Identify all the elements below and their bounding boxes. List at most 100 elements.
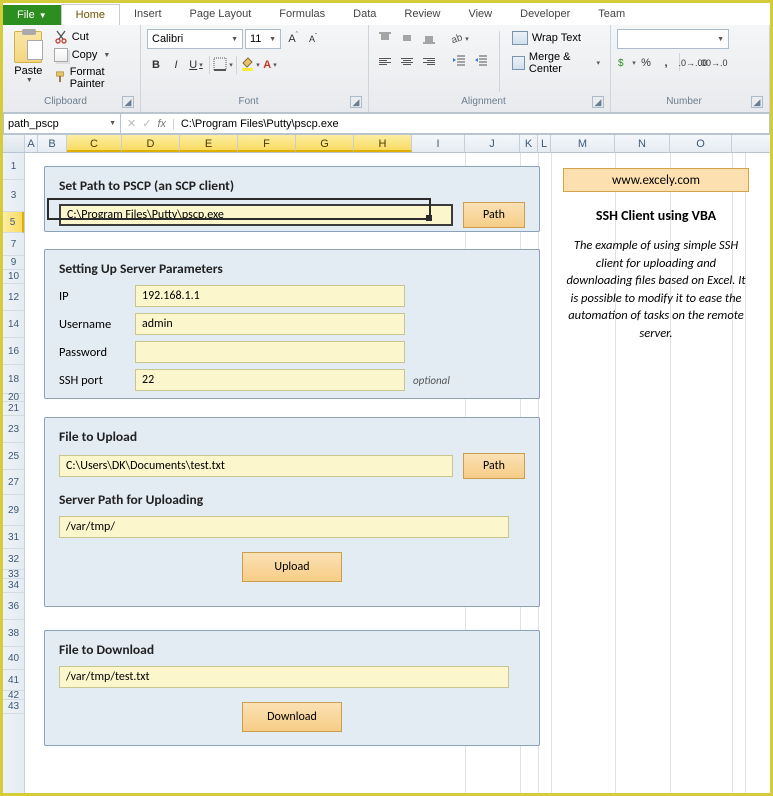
row-header-31[interactable]: 31: [3, 526, 24, 549]
upload-file-input[interactable]: C:\Users\DK\Documents\test.txt: [59, 455, 453, 477]
merge-center-button[interactable]: Merge & Center▾: [508, 49, 604, 77]
row-header-25[interactable]: 25: [3, 443, 24, 470]
decrease-font-button[interactable]: Aˇ: [303, 29, 321, 49]
password-input[interactable]: [135, 341, 405, 363]
increase-indent-button[interactable]: [471, 51, 491, 71]
row-header-14[interactable]: 14: [3, 311, 24, 338]
column-header-B[interactable]: B: [38, 135, 67, 152]
file-tab[interactable]: File ▼: [3, 5, 61, 25]
row-header-20[interactable]: 20: [3, 394, 24, 402]
ip-input[interactable]: 192.168.1.1: [135, 285, 405, 307]
paste-button[interactable]: Paste ▼: [9, 29, 48, 86]
row-header-12[interactable]: 12: [3, 284, 24, 311]
font-color-button[interactable]: A▾: [261, 55, 279, 75]
row-header-27[interactable]: 27: [3, 470, 24, 495]
align-middle-button[interactable]: [397, 29, 417, 49]
row-header-18[interactable]: 18: [3, 365, 24, 394]
row-header-7[interactable]: 7: [3, 233, 24, 256]
align-center-button[interactable]: [397, 51, 417, 71]
row-header-9[interactable]: 9: [3, 256, 24, 270]
number-format-select[interactable]: ▼: [617, 29, 729, 49]
column-header-J[interactable]: J: [465, 135, 520, 152]
row-header-32[interactable]: 32: [3, 549, 24, 570]
orientation-button[interactable]: ab▾: [449, 29, 469, 49]
row-header-34[interactable]: 34: [3, 579, 24, 593]
column-header-N[interactable]: N: [615, 135, 670, 152]
row-header-29[interactable]: 29: [3, 495, 24, 526]
column-header-L[interactable]: L: [538, 135, 551, 152]
row-header-16[interactable]: 16: [3, 338, 24, 365]
tab-home[interactable]: Home: [61, 4, 120, 25]
row-header-42[interactable]: 42: [3, 691, 24, 700]
column-header-D[interactable]: D: [122, 135, 180, 152]
italic-button[interactable]: I: [167, 55, 185, 75]
tab-data[interactable]: Data: [339, 4, 390, 25]
tab-view[interactable]: View: [454, 4, 506, 25]
underline-button[interactable]: U▾: [187, 55, 205, 75]
dialog-launcher-icon[interactable]: ◢: [350, 96, 362, 108]
decrease-indent-button[interactable]: [449, 51, 469, 71]
column-header-G[interactable]: G: [296, 135, 354, 152]
align-bottom-button[interactable]: [419, 29, 439, 49]
column-header-K[interactable]: K: [520, 135, 538, 152]
column-header-M[interactable]: M: [551, 135, 615, 152]
align-top-button[interactable]: [375, 29, 395, 49]
percent-button[interactable]: %: [637, 53, 655, 73]
column-header-F[interactable]: F: [238, 135, 296, 152]
align-right-button[interactable]: [419, 51, 439, 71]
server-path-input[interactable]: /var/tmp/: [59, 516, 509, 538]
formula-input[interactable]: ✕ ✓ fx | C:\Program Files\Putty\pscp.exe: [120, 113, 770, 134]
dialog-launcher-icon[interactable]: ◢: [592, 96, 604, 108]
accounting-format-button[interactable]: $▾: [617, 53, 635, 73]
upload-button[interactable]: Upload: [242, 552, 342, 582]
username-input[interactable]: admin: [135, 313, 405, 335]
ssh-port-input[interactable]: 22: [135, 369, 405, 391]
copy-button[interactable]: Copy ▼: [52, 47, 134, 63]
row-header-36[interactable]: 36: [3, 593, 24, 620]
upload-path-browse-button[interactable]: Path: [463, 453, 525, 479]
wrap-text-button[interactable]: Wrap Text: [508, 29, 604, 47]
column-header-H[interactable]: H: [354, 135, 412, 152]
row-header-10[interactable]: 10: [3, 270, 24, 284]
tab-page-layout[interactable]: Page Layout: [176, 4, 266, 25]
dialog-launcher-icon[interactable]: ◢: [122, 96, 134, 108]
fill-color-button[interactable]: ▾: [241, 55, 259, 75]
download-button[interactable]: Download: [242, 702, 342, 732]
comma-button[interactable]: ,: [657, 53, 675, 73]
select-all-button[interactable]: [3, 135, 25, 152]
row-header-21[interactable]: 21: [3, 402, 24, 416]
borders-button[interactable]: ▾: [214, 55, 232, 75]
cut-button[interactable]: Cut: [52, 29, 134, 45]
download-file-input[interactable]: /var/tmp/test.txt: [59, 666, 509, 688]
row-header-38[interactable]: 38: [3, 620, 24, 647]
row-header-1[interactable]: 1: [3, 153, 24, 180]
dialog-launcher-icon[interactable]: ◢: [751, 96, 763, 108]
tab-formulas[interactable]: Formulas: [265, 4, 339, 25]
worksheet-grid[interactable]: 135791012141618202123252729313233343638 4…: [3, 153, 770, 793]
tab-review[interactable]: Review: [390, 4, 454, 25]
row-header-23[interactable]: 23: [3, 416, 24, 443]
bold-button[interactable]: B: [147, 55, 165, 75]
tab-team[interactable]: Team: [584, 4, 639, 25]
align-left-button[interactable]: [375, 51, 395, 71]
column-header-A[interactable]: A: [25, 135, 38, 152]
row-header-43[interactable]: 43: [3, 700, 24, 714]
name-box[interactable]: path_pscp▼: [3, 113, 121, 134]
column-header-O[interactable]: O: [670, 135, 732, 152]
pscp-path-browse-button[interactable]: Path: [463, 202, 525, 228]
row-header-41[interactable]: 41: [3, 670, 24, 691]
info-link[interactable]: www.excely.com: [563, 168, 749, 192]
row-header-5[interactable]: 5: [3, 212, 24, 233]
pscp-path-input[interactable]: C:\Program Files\Putty\pscp.exe: [59, 204, 453, 226]
decrease-decimal-button[interactable]: .00→.0: [704, 53, 722, 73]
tab-insert[interactable]: Insert: [120, 4, 176, 25]
increase-font-button[interactable]: Aˆ: [283, 29, 301, 49]
font-name-select[interactable]: Calibri▼: [147, 29, 243, 49]
row-header-33[interactable]: 33: [3, 570, 24, 579]
column-header-I[interactable]: I: [412, 135, 465, 152]
format-painter-button[interactable]: Format Painter: [52, 65, 134, 91]
row-header-3[interactable]: 3: [3, 180, 24, 212]
column-header-C[interactable]: C: [67, 135, 122, 152]
tab-developer[interactable]: Developer: [506, 4, 584, 25]
fx-icon[interactable]: fx: [157, 118, 166, 130]
